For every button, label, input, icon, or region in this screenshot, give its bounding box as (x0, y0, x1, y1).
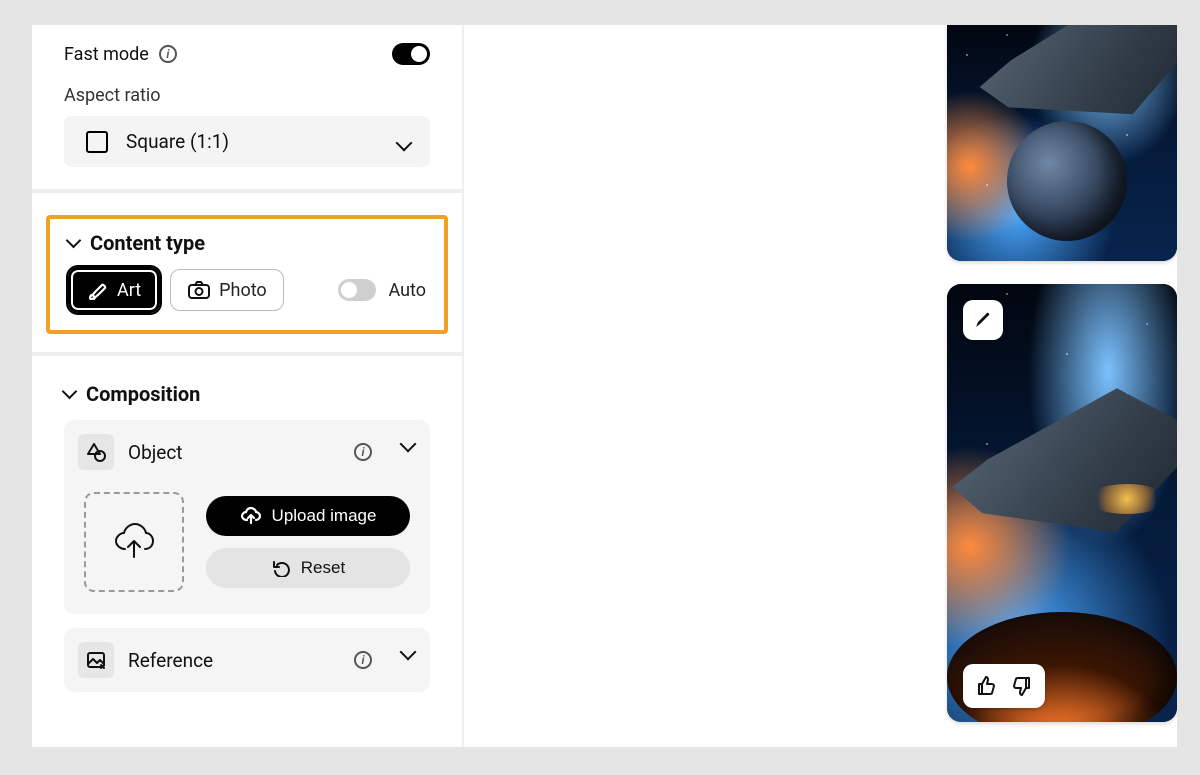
result-image-1[interactable] (947, 25, 1177, 261)
content-type-photo-button[interactable]: Photo (170, 269, 284, 311)
auto-toggle[interactable] (338, 279, 376, 301)
aspect-ratio-select[interactable]: Square (1:1) (64, 116, 430, 167)
edit-button[interactable] (963, 300, 1003, 340)
upload-dropzone[interactable] (84, 492, 184, 592)
object-title: Object (128, 441, 340, 464)
divider (32, 189, 462, 193)
reset-label: Reset (301, 558, 345, 578)
chevron-down-icon (400, 436, 416, 452)
art-label: Art (117, 280, 141, 301)
info-icon[interactable] (354, 651, 372, 669)
aspect-ratio-label: Aspect ratio (32, 81, 462, 116)
result-image-2[interactable] (947, 284, 1177, 722)
reset-icon (271, 559, 291, 577)
info-icon[interactable] (159, 45, 177, 63)
chevron-down-icon (68, 237, 80, 249)
content-type-header[interactable]: Content type (68, 231, 426, 255)
pencil-icon (973, 310, 993, 330)
auto-label: Auto (388, 280, 426, 301)
rate-buttons (963, 664, 1045, 708)
content-type-options: Art Photo Auto (68, 267, 426, 313)
chevron-down-icon (400, 644, 416, 660)
shapes-icon (78, 434, 114, 470)
composition-header[interactable]: Composition (64, 382, 430, 406)
thumbs-down-icon[interactable] (1009, 674, 1033, 698)
photo-label: Photo (219, 280, 267, 301)
chevron-down-icon (64, 388, 76, 400)
thumbs-up-icon[interactable] (975, 674, 999, 698)
composition-title: Composition (86, 382, 200, 406)
chevron-down-icon (396, 135, 410, 149)
planet-graphic (1007, 121, 1127, 241)
composition-section: Composition Object (32, 356, 462, 692)
brush-icon (87, 279, 109, 301)
object-header[interactable]: Object (78, 434, 416, 470)
camera-icon (187, 279, 211, 301)
object-buttons: Upload image Reset (206, 496, 410, 588)
toggle-knob (411, 46, 427, 62)
reference-header[interactable]: Reference (78, 642, 416, 678)
fast-mode-toggle[interactable] (392, 43, 430, 65)
composition-object-card: Object (64, 420, 430, 614)
image-icon (78, 642, 114, 678)
content-type-auto: Auto (338, 279, 426, 301)
app-viewport: Fast mode Aspect ratio Square (1:1) Cont… (32, 25, 1177, 747)
engine-glow (1087, 484, 1167, 514)
upload-label: Upload image (272, 506, 377, 526)
square-icon (86, 131, 108, 153)
object-body: Upload image Reset (78, 470, 416, 598)
reset-button[interactable]: Reset (206, 548, 410, 588)
info-icon[interactable] (354, 443, 372, 461)
aspect-ratio-value: Square (1:1) (126, 130, 229, 153)
content-type-art-button[interactable]: Art (68, 267, 160, 313)
content-type-title: Content type (90, 231, 205, 255)
cloud-upload-icon (111, 519, 157, 565)
results-column (947, 25, 1177, 747)
composition-reference-card: Reference (64, 628, 430, 692)
toggle-knob (341, 282, 357, 298)
settings-sidebar: Fast mode Aspect ratio Square (1:1) Cont… (32, 25, 464, 747)
cloud-upload-icon (240, 506, 262, 526)
content-type-section: Content type Art Photo (46, 215, 448, 334)
fast-mode-label: Fast mode (64, 44, 149, 65)
upload-image-button[interactable]: Upload image (206, 496, 410, 536)
fast-mode-row: Fast mode (32, 25, 462, 81)
reference-title: Reference (128, 649, 340, 672)
